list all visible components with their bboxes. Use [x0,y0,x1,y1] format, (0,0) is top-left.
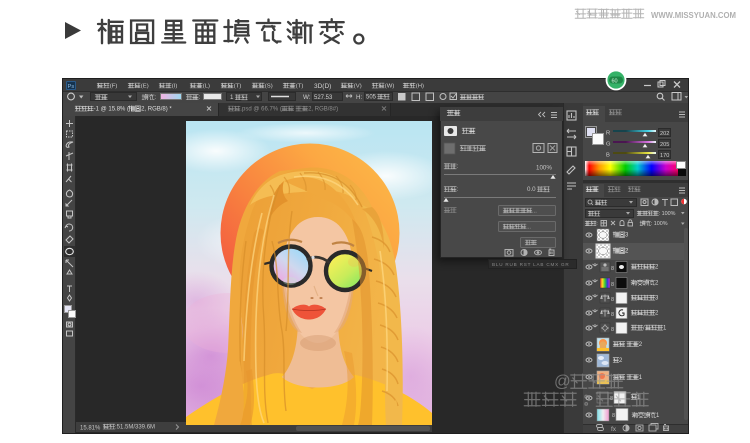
svg-text:8: 8 [612,413,615,419]
svg-text:15.81%: 15.81% [80,426,101,432]
svg-text:8: 8 [611,327,614,333]
svg-text:2: 2 [625,249,629,255]
svg-text:1: 1 [639,375,643,381]
svg-text:(I): (I) [172,83,178,89]
svg-text:: 100%: : 100% [651,221,668,227]
svg-text:8: 8 [611,297,614,303]
svg-text:: 100%: : 100% [659,211,676,217]
svg-text:B: B [606,153,610,159]
svg-text:527.53: 527.53 [314,95,333,101]
svg-text:(W): (W) [385,83,395,89]
svg-text:2: 2 [655,281,659,287]
svg-text:8: 8 [611,282,614,288]
svg-text:(L): (L) [203,83,210,89]
svg-text:(V): (V) [354,83,362,89]
svg-text:(E): (E) [141,83,149,89]
svg-text:3D(D): 3D(D) [314,83,331,90]
svg-text:1: 1 [230,94,234,101]
svg-text:2: 2 [655,311,659,317]
svg-text:505: 505 [366,95,377,101]
svg-text:(F): (F) [110,83,118,89]
svg-text:(T): (T) [296,83,304,89]
svg-text:...: ... [532,208,537,214]
svg-text:205: 205 [660,142,669,148]
svg-text:3: 3 [625,233,629,239]
svg-text:(H): (H) [416,83,424,89]
svg-text::: : [456,163,458,170]
svg-text:8: 8 [611,312,614,318]
svg-text:2: 2 [655,265,659,271]
svg-text::: : [596,221,598,227]
svg-text::: : [198,94,200,101]
svg-text:WWW.MISSYUAN.COM: WWW.MISSYUAN.COM [651,11,736,20]
svg-text:0.0: 0.0 [527,186,536,193]
svg-text:170: 170 [660,153,669,159]
svg-text::: : [456,186,458,193]
svg-text:100%: 100% [536,165,552,172]
svg-text:1: 1 [656,413,660,419]
svg-text:BLU RUB RST LAB CMX GR: BLU RUB RST LAB CMX GR [492,262,570,267]
svg-text:8: 8 [611,266,614,272]
svg-text:202: 202 [660,131,669,137]
svg-text::: : [154,94,156,101]
svg-text:fx: fx [611,426,617,433]
svg-text:W:: W: [303,94,311,101]
svg-text:(T): (T) [234,83,242,89]
svg-text:.psd @ 66.7% (: .psd @ 66.7% ( [240,107,281,113]
svg-text:1: 1 [663,326,667,332]
svg-text:2: 2 [619,358,623,364]
svg-text:Ps: Ps [68,84,75,90]
svg-text:2, RGB/8#): 2, RGB/8#) [308,107,338,113]
svg-text:...: ... [526,224,531,230]
svg-text:G: G [606,142,611,148]
svg-text:H:: H: [356,94,362,101]
svg-text:-1 @ 15.8% (: -1 @ 15.8% ( [94,107,129,113]
svg-text:(S): (S) [265,83,273,89]
svg-text:R: R [606,131,610,137]
svg-text::51.5M/339.6M: :51.5M/339.6M [115,425,155,431]
svg-text:3: 3 [655,296,659,302]
svg-text:/: / [643,326,645,332]
svg-text:@: @ [554,373,571,391]
svg-text:2, RGB/8) *: 2, RGB/8) * [141,107,172,113]
svg-text:2: 2 [639,342,643,348]
svg-text:60: 60 [612,79,618,85]
